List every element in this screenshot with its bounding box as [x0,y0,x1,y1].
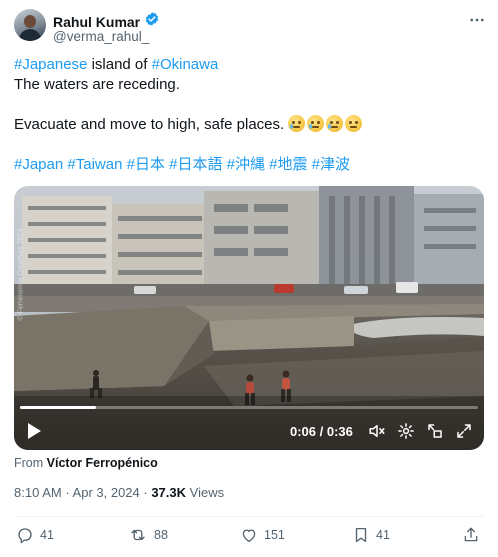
video-current-time: 0:06 [290,424,317,439]
video-frame [14,186,484,450]
more-options-icon[interactable] [466,9,488,31]
reply-count: 41 [40,528,54,542]
video-watermark: © Ferrenemia Creatives 2024 [17,228,25,320]
video-controls: 0:06 / 0:36 [14,414,484,450]
video-player[interactable]: © Ferrenemia Creatives 2024 0:06 / 0:36 [14,186,484,450]
hashtag-link[interactable]: #Taiwan [67,156,122,173]
fullscreen-icon[interactable] [454,420,474,442]
reply-button[interactable]: 41 [16,526,54,544]
tweet-text-line-2: The waters are receding. [14,76,180,93]
source-label: From [14,456,47,470]
video-progress-fill [20,406,97,409]
divider [14,516,484,517]
hashtag-line: #Japan #Taiwan #日本 #日本語 #沖縄 #地震 #津波 [14,155,350,175]
unamused-face-icon [345,115,363,132]
views-label: Views [186,485,225,500]
avatar[interactable] [14,9,46,41]
tweet-date[interactable]: Apr 3, 2024 [73,485,140,500]
action-bar: 41 88 151 41 [14,524,484,550]
repost-count: 88 [154,528,168,542]
share-button[interactable] [462,526,480,544]
video-timecode: 0:06 / 0:36 [290,424,353,439]
hashtag-link[interactable]: #日本 [127,156,165,173]
source-name-link[interactable]: Víctor Ferropénico [47,456,158,470]
hashtag-link[interactable]: #地震 [269,156,307,173]
bookmark-count: 41 [376,528,390,542]
hashtag-link[interactable]: #Japanese [14,56,87,73]
tweet-text-line-3: Evacuate and move to high, safe places. [14,115,364,135]
hashtag-link[interactable]: #Japan [14,156,63,173]
bookmark-button[interactable]: 41 [352,526,390,544]
settings-gear-icon[interactable] [396,420,416,442]
meta-separator: · [139,485,152,500]
video-time-separator: / [316,424,327,439]
hashtag-link[interactable]: #Okinawa [152,56,219,73]
mute-icon[interactable] [367,420,387,442]
picture-in-picture-icon[interactable] [425,420,445,442]
views-count: 37.3K [151,485,187,500]
like-count: 151 [264,528,285,542]
tweet-text: island of [87,56,152,73]
video-duration: 0:36 [326,424,353,439]
like-button[interactable]: 151 [240,526,285,544]
hashtag-link[interactable]: #沖縄 [227,156,265,173]
sad-tear-face-icon [326,115,344,132]
sad-tear-face-icon [288,115,306,132]
sad-tear-face-icon [307,115,325,132]
bookmark-icon [352,526,370,544]
hashtag-link[interactable]: #津波 [312,156,350,173]
tweet-text: Evacuate and move to high, safe places. [14,116,289,133]
video-source-attribution: From Víctor Ferropénico [14,456,158,470]
author-display-name[interactable]: Rahul Kumar [53,14,140,30]
reply-icon [16,526,34,544]
tweet-card: Rahul Kumar @verma_rahul_ #Japanese isla… [0,0,498,557]
tweet-time[interactable]: 8:10 AM [14,485,62,500]
play-icon[interactable] [24,420,44,442]
meta-separator: · [61,485,73,500]
video-progress-bar[interactable] [20,406,478,409]
repost-button[interactable]: 88 [128,526,168,544]
heart-icon [240,526,258,544]
tweet-meta: 8:10 AM · Apr 3, 2024 · 37.3K Views [14,485,224,500]
repost-icon [128,526,148,544]
author-handle[interactable]: @verma_rahul_ [53,29,149,44]
tweet-text-line-1: #Japanese island of #Okinawa [14,55,218,75]
share-icon [462,526,480,544]
hashtag-link[interactable]: #日本語 [169,156,222,173]
